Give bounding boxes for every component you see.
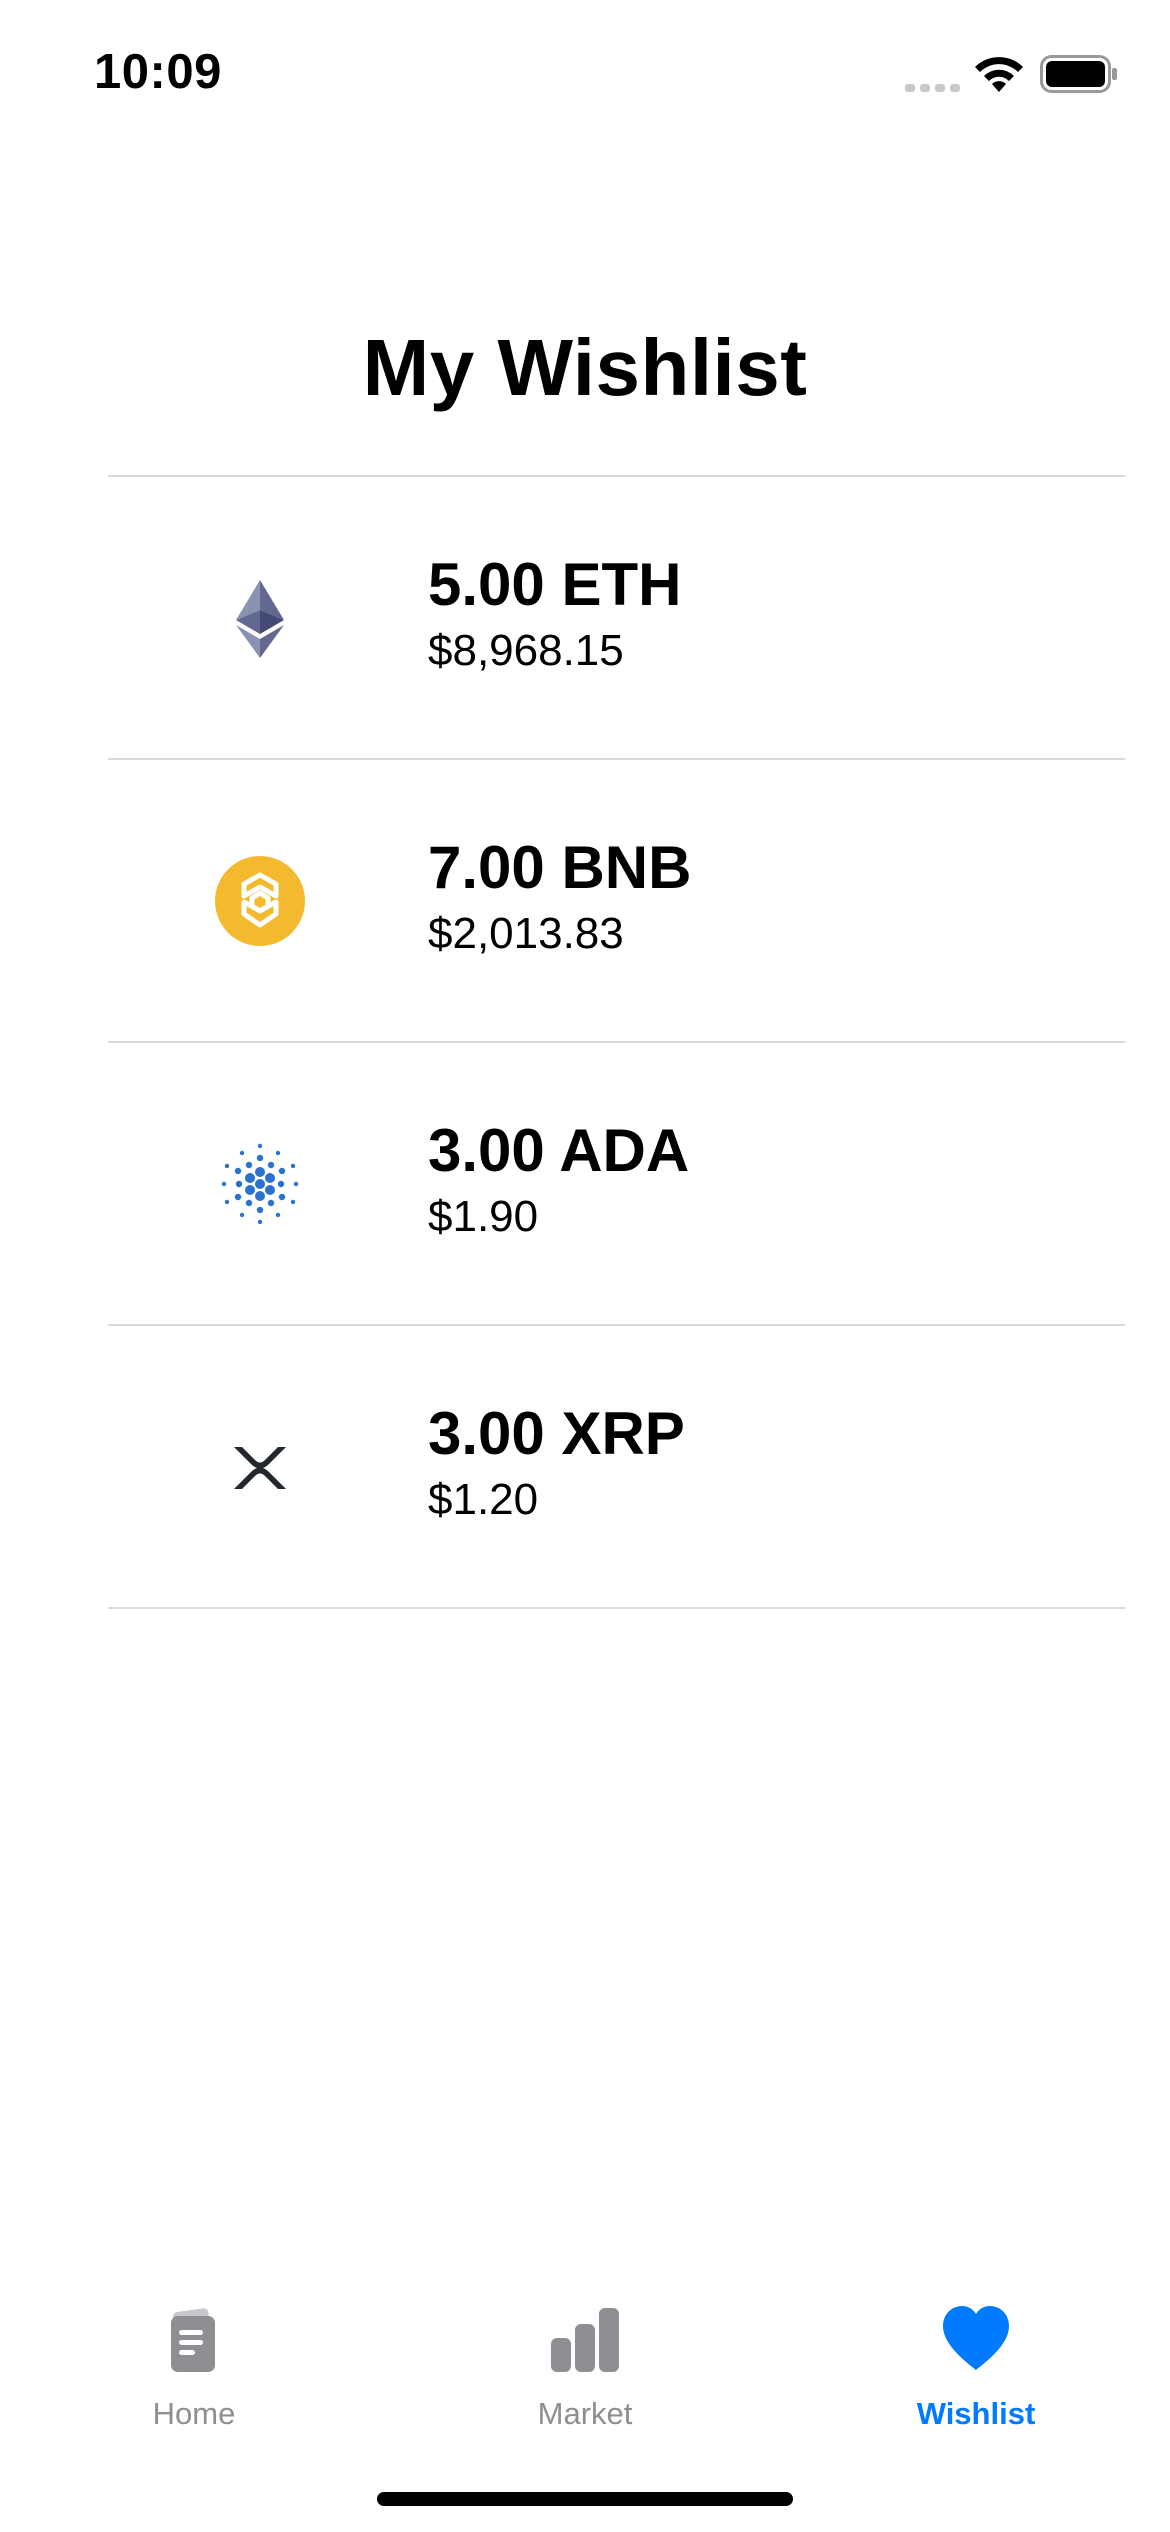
coin-amount: 3.00 ADA bbox=[428, 1117, 690, 1184]
tab-market[interactable]: Market bbox=[455, 2280, 715, 2440]
cellular-signal-icon bbox=[905, 84, 960, 92]
wishlist-item-eth[interactable]: 5.00 ETH $8,968.15 bbox=[108, 477, 1125, 758]
heart-icon bbox=[943, 2306, 1009, 2370]
home-indicator bbox=[377, 2492, 793, 2506]
coin-amount: 5.00 ETH bbox=[428, 551, 682, 618]
tab-label: Wishlist bbox=[916, 2396, 1036, 2431]
wishlist-item-xrp[interactable]: 3.00 XRP $1.20 bbox=[108, 1326, 1125, 1607]
status-bar: 10:09 bbox=[0, 0, 1170, 150]
coin-amount: 3.00 XRP bbox=[428, 1400, 685, 1467]
coin-value: $1.20 bbox=[428, 1475, 539, 1524]
wishlist-item-bnb[interactable]: 7.00 BNB $2,013.83 bbox=[108, 760, 1125, 1041]
market-bar-chart-icon bbox=[551, 2308, 619, 2372]
coin-value: $2,013.83 bbox=[428, 909, 624, 958]
coin-value: $1.90 bbox=[428, 1192, 539, 1241]
tab-label: Market bbox=[537, 2396, 633, 2431]
ethereum-icon bbox=[236, 580, 284, 658]
coin-amount: 7.00 BNB bbox=[428, 834, 692, 901]
coin-value: $8,968.15 bbox=[428, 626, 624, 675]
home-icon bbox=[171, 2308, 215, 2372]
binance-coin-icon bbox=[215, 856, 305, 946]
tab-bar: Home Market Wishlist bbox=[0, 2280, 1170, 2440]
tab-wishlist[interactable]: Wishlist bbox=[846, 2280, 1106, 2440]
divider bbox=[108, 1607, 1125, 1609]
battery-icon bbox=[1040, 55, 1117, 93]
status-time: 10:09 bbox=[94, 45, 222, 99]
page-title: My Wishlist bbox=[362, 323, 808, 412]
tab-home[interactable]: Home bbox=[64, 2280, 324, 2440]
tab-label: Home bbox=[152, 2396, 236, 2431]
wishlist: 5.00 ETH $8,968.15 7.00 BNB $2,013.83 3.… bbox=[108, 475, 1125, 1609]
wifi-icon bbox=[975, 57, 1023, 92]
cardano-icon bbox=[221, 1143, 299, 1225]
wishlist-item-ada[interactable]: 3.00 ADA $1.90 bbox=[108, 1043, 1125, 1324]
xrp-icon bbox=[234, 1447, 286, 1489]
